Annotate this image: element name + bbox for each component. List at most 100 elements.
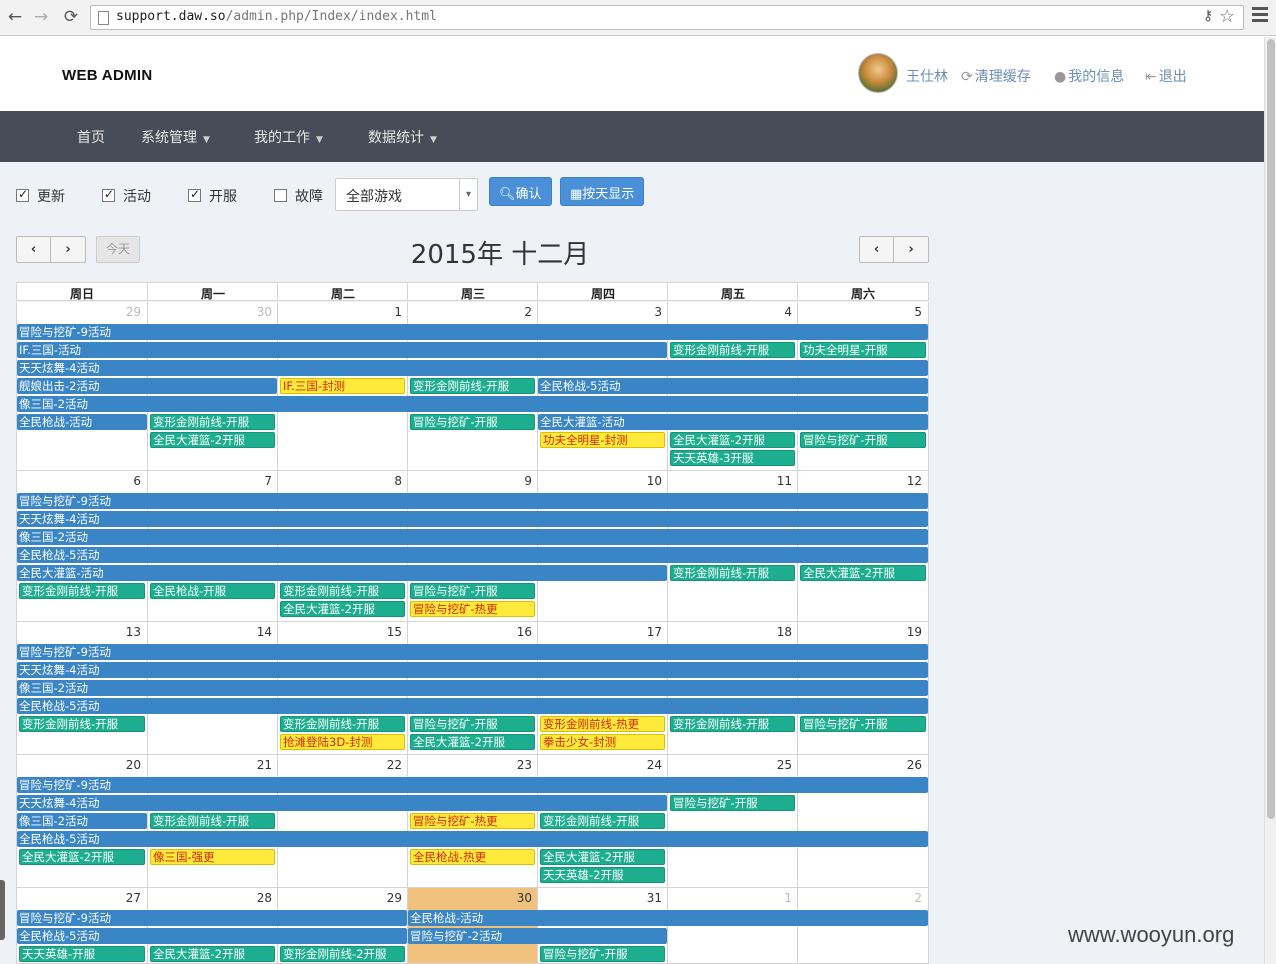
cal-next-button[interactable]: › bbox=[51, 236, 86, 263]
calendar-event-warn[interactable]: 抢滩登陆3D-封测 bbox=[280, 734, 405, 750]
day-number[interactable]: 31 bbox=[538, 891, 662, 905]
cal-next-button-right[interactable]: › bbox=[894, 236, 929, 263]
day-number[interactable]: 8 bbox=[278, 474, 402, 488]
filter-update[interactable]: 更新 bbox=[16, 186, 65, 206]
day-number[interactable]: 7 bbox=[148, 474, 272, 488]
day-number[interactable]: 17 bbox=[538, 625, 662, 639]
checkbox-activity[interactable] bbox=[102, 187, 115, 202]
nav-stats[interactable]: 数据统计 ▼ bbox=[368, 127, 437, 147]
day-number[interactable]: 6 bbox=[17, 474, 141, 488]
calendar-event-warn[interactable]: 冒险与挖矿-热更 bbox=[410, 601, 535, 617]
calendar-event-open[interactable]: 天天英雄-3开服 bbox=[670, 450, 795, 466]
calendar-event-open[interactable]: 变形金刚前线-开服 bbox=[410, 378, 535, 394]
day-number[interactable]: 4 bbox=[668, 305, 792, 319]
day-number[interactable]: 21 bbox=[148, 758, 272, 772]
calendar-event-act[interactable]: 全民枪战-5活动 bbox=[538, 378, 928, 394]
today-button[interactable]: 今天 bbox=[96, 236, 140, 263]
day-number[interactable]: 12 bbox=[798, 474, 922, 488]
calendar-event-open[interactable]: 功夫全明星-开服 bbox=[800, 342, 926, 358]
calendar-event-open[interactable]: 变形金刚前线-开服 bbox=[670, 565, 795, 581]
scrollbar-thumb[interactable] bbox=[1267, 39, 1275, 819]
calendar-event-open[interactable]: 变形金刚前线-开服 bbox=[670, 342, 795, 358]
page-scrollbar[interactable] bbox=[1264, 37, 1276, 964]
day-number[interactable]: 24 bbox=[538, 758, 662, 772]
day-number[interactable]: 1 bbox=[668, 891, 792, 905]
day-number[interactable]: 29 bbox=[17, 305, 141, 319]
calendar-event-open[interactable]: 变形金刚前线-开服 bbox=[150, 414, 275, 430]
avatar[interactable] bbox=[858, 53, 898, 93]
calendar-event-act[interactable]: 冒险与挖矿-2活动 bbox=[408, 928, 667, 944]
day-number[interactable]: 18 bbox=[668, 625, 792, 639]
calendar-event-open[interactable]: 冒险与挖矿-开服 bbox=[800, 716, 926, 732]
calendar-event-act[interactable]: 冒险与挖矿-9活动 bbox=[17, 644, 928, 660]
calendar-event-act[interactable]: 全民枪战-5活动 bbox=[17, 547, 928, 563]
calendar-event-open[interactable]: 变形金刚前线-开服 bbox=[540, 813, 665, 829]
day-number[interactable]: 28 bbox=[148, 891, 272, 905]
calendar-event-act[interactable]: 冒险与挖矿-9活动 bbox=[17, 777, 928, 793]
brand-logo[interactable]: WEB ADMIN bbox=[62, 67, 152, 84]
day-number[interactable]: 30 bbox=[148, 305, 272, 319]
calendar-event-open[interactable]: 天天英雄-开服 bbox=[19, 946, 145, 962]
day-number[interactable]: 30 bbox=[408, 891, 532, 905]
calendar-event-act[interactable]: 全民枪战-活动 bbox=[408, 910, 928, 926]
calendar-event-act[interactable]: 冒险与挖矿-9活动 bbox=[17, 910, 407, 926]
day-number[interactable]: 11 bbox=[668, 474, 792, 488]
day-number[interactable]: 23 bbox=[408, 758, 532, 772]
calendar-event-act[interactable]: 舰娘出击-2活动 bbox=[17, 378, 277, 394]
checkbox-update[interactable] bbox=[16, 187, 29, 202]
calendar-event-open[interactable]: 全民大灌篮-2开服 bbox=[280, 601, 405, 617]
day-number[interactable]: 29 bbox=[278, 891, 402, 905]
calendar-event-open[interactable]: 全民大灌篮-2开服 bbox=[800, 565, 926, 581]
checkbox-open-server[interactable] bbox=[188, 187, 201, 202]
day-number[interactable]: 22 bbox=[278, 758, 402, 772]
calendar-event-act[interactable]: 全民枪战-5活动 bbox=[17, 928, 407, 944]
calendar-event-act[interactable]: 冒险与挖矿-9活动 bbox=[17, 493, 928, 509]
game-select[interactable]: 全部游戏 ▾ bbox=[335, 178, 478, 211]
cal-prev-button[interactable]: ‹ bbox=[16, 236, 51, 263]
day-number[interactable]: 13 bbox=[17, 625, 141, 639]
calendar-event-open[interactable]: 全民大灌篮-2开服 bbox=[150, 432, 275, 448]
calendar-event-open[interactable]: 变形金刚前线-开服 bbox=[670, 716, 795, 732]
day-number[interactable]: 20 bbox=[17, 758, 141, 772]
reload-icon[interactable]: ⟳ bbox=[60, 6, 82, 28]
confirm-button[interactable]: 🔍︎确认 bbox=[489, 177, 552, 206]
day-number[interactable]: 9 bbox=[408, 474, 532, 488]
day-number[interactable]: 10 bbox=[538, 474, 662, 488]
day-number[interactable]: 25 bbox=[668, 758, 792, 772]
calendar-event-open[interactable]: 冒险与挖矿-开服 bbox=[670, 795, 795, 811]
calendar-event-open[interactable]: 变形金刚前线-开服 bbox=[19, 583, 145, 599]
calendar-event-warn[interactable]: 全民枪战-热更 bbox=[410, 849, 535, 865]
calendar-event-act[interactable]: 天天炫舞-4活动 bbox=[17, 662, 928, 678]
calendar-event-warn[interactable]: 像三国-强更 bbox=[150, 849, 275, 865]
calendar-event-act[interactable]: 全民大灌篮-活动 bbox=[17, 565, 667, 581]
calendar-event-act[interactable]: 像三国-2活动 bbox=[17, 529, 928, 545]
star-icon[interactable]: ☆ bbox=[1219, 6, 1235, 27]
calendar-event-warn[interactable]: 功夫全明星-封测 bbox=[540, 432, 665, 448]
key-icon[interactable]: ⚷ bbox=[1203, 8, 1213, 24]
calendar-event-open[interactable]: 全民枪战-开服 bbox=[150, 583, 275, 599]
calendar-event-open[interactable]: 变形金刚前线-开服 bbox=[280, 716, 405, 732]
calendar-event-act[interactable]: 天天炫舞-4活动 bbox=[17, 360, 928, 376]
nav-work[interactable]: 我的工作 ▼ bbox=[254, 127, 323, 147]
calendar-event-act[interactable]: 全民枪战-活动 bbox=[17, 414, 147, 430]
user-name-link[interactable]: 王仕林 bbox=[906, 66, 948, 86]
calendar-event-open[interactable]: 冒险与挖矿-开服 bbox=[410, 414, 535, 430]
calendar-event-open[interactable]: 全民大灌篮-2开服 bbox=[410, 734, 535, 750]
by-day-button[interactable]: ▦按天显示 bbox=[560, 177, 645, 206]
filter-open-server[interactable]: 开服 bbox=[188, 186, 237, 206]
logout-link[interactable]: ⇤ 退出 bbox=[1145, 66, 1187, 86]
calendar-event-act[interactable]: IF.三国-活动 bbox=[17, 342, 667, 358]
calendar-event-open[interactable]: 冒险与挖矿-开服 bbox=[410, 716, 535, 732]
calendar-event-open[interactable]: 变形金刚前线-开服 bbox=[280, 583, 405, 599]
calendar-event-act[interactable]: 天天炫舞-4活动 bbox=[17, 795, 667, 811]
calendar-event-act[interactable]: 像三国-2活动 bbox=[17, 813, 147, 829]
day-number[interactable]: 3 bbox=[538, 305, 662, 319]
my-info-link[interactable]: ● 我的信息 bbox=[1054, 66, 1124, 86]
nav-home[interactable]: 首页 bbox=[77, 127, 105, 147]
calendar-event-act[interactable]: 像三国-2活动 bbox=[17, 680, 928, 696]
browser-menu-icon[interactable] bbox=[1252, 7, 1268, 25]
filter-fault[interactable]: 故障 bbox=[274, 186, 323, 206]
calendar-event-open[interactable]: 全民大灌篮-2开服 bbox=[150, 946, 275, 962]
calendar-event-warn[interactable]: IF.三国-封测 bbox=[280, 378, 405, 394]
calendar-event-act[interactable]: 全民枪战-5活动 bbox=[17, 831, 928, 847]
